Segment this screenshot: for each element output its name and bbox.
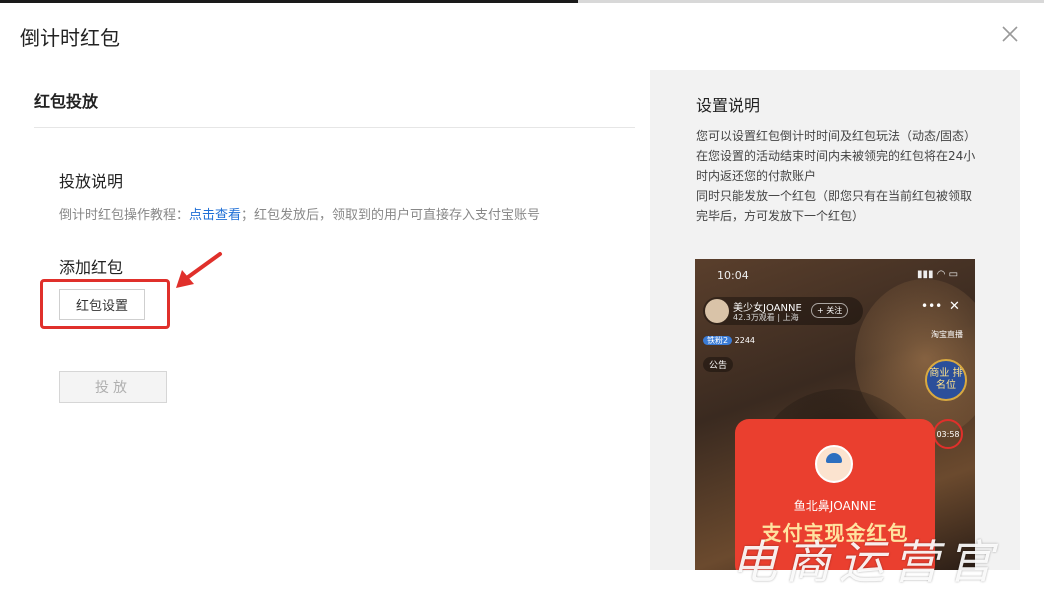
top-progress-bar xyxy=(0,0,578,3)
close-button[interactable] xyxy=(998,22,1022,46)
deliver-button[interactable]: 投放 xyxy=(59,371,167,403)
arrow-annotation-icon xyxy=(176,252,222,288)
instructions-suffix: ；红包发放后，领取到的用户可直接存入支付宝账号 xyxy=(241,208,541,223)
fans-count: 2244 xyxy=(734,336,755,345)
dialog-title: 倒计时红包 xyxy=(20,26,120,50)
top-progress-track xyxy=(578,0,1044,3)
info-line: 您可以设置红包倒计时时间及红包玩法（动态/固态） xyxy=(696,129,977,143)
info-line: 同时只能发放一个红包（即您只有在当前红包被领取完毕后，方可发放下一个红包） xyxy=(696,189,973,223)
divider xyxy=(34,127,635,128)
follow-button: + 关注 xyxy=(811,303,849,318)
instructions-text: 倒计时红包操作教程：点击查看；红包发放后，领取到的用户可直接存入支付宝账号 xyxy=(59,204,540,223)
host-sub: 42.3万观看 | 上海 xyxy=(733,313,799,322)
rank-badge: 商业 排名位 xyxy=(925,359,967,401)
settings-info-text: 您可以设置红包倒计时时间及红包玩法（动态/固态） 在您设置的活动结束时间内未被领… xyxy=(696,126,976,226)
card-avatar xyxy=(815,445,853,483)
phone-time: 10:04 xyxy=(717,269,749,282)
rank-tag: 淘宝直播 xyxy=(931,330,963,339)
card-name: 鱼北鼻JOANNE xyxy=(793,499,877,513)
add-redpacket-title: 添加红包 xyxy=(59,258,124,277)
watermark-logo: 电商运营官 xyxy=(731,535,1001,589)
host-info: 美少女JOANNE 42.3万观看 | 上海 + 关注 xyxy=(703,297,863,325)
redpacket-setting-button[interactable]: 红包设置 xyxy=(59,289,145,320)
section-title: 红包投放 xyxy=(34,92,99,111)
fans-info: 铁粉2 2244 xyxy=(703,335,755,346)
tutorial-link[interactable]: 点击查看 xyxy=(189,208,241,223)
settings-info-title: 设置说明 xyxy=(696,96,761,115)
notice-tag: 公告 xyxy=(703,357,734,372)
instructions-prefix: 倒计时红包操作教程： xyxy=(59,208,190,223)
settings-info-panel: 设置说明 您可以设置红包倒计时时间及红包玩法（动态/固态） 在您设置的活动结束时… xyxy=(650,70,1020,570)
instructions-title: 投放说明 xyxy=(59,172,124,191)
signal-wifi-battery-icon: ▮▮▮ ◠ ▭ xyxy=(917,269,959,280)
more-icon: ••• xyxy=(921,299,943,313)
close-icon: ✕ xyxy=(949,299,960,314)
fans-badge: 铁粉2 xyxy=(703,336,733,345)
host-avatar xyxy=(705,299,729,323)
countdown-timer: 03:58 xyxy=(933,419,963,449)
close-icon xyxy=(1002,26,1018,42)
info-line: 在您设置的活动结束时间内未被领完的红包将在24小时内返还您的付款账户 xyxy=(696,149,976,183)
